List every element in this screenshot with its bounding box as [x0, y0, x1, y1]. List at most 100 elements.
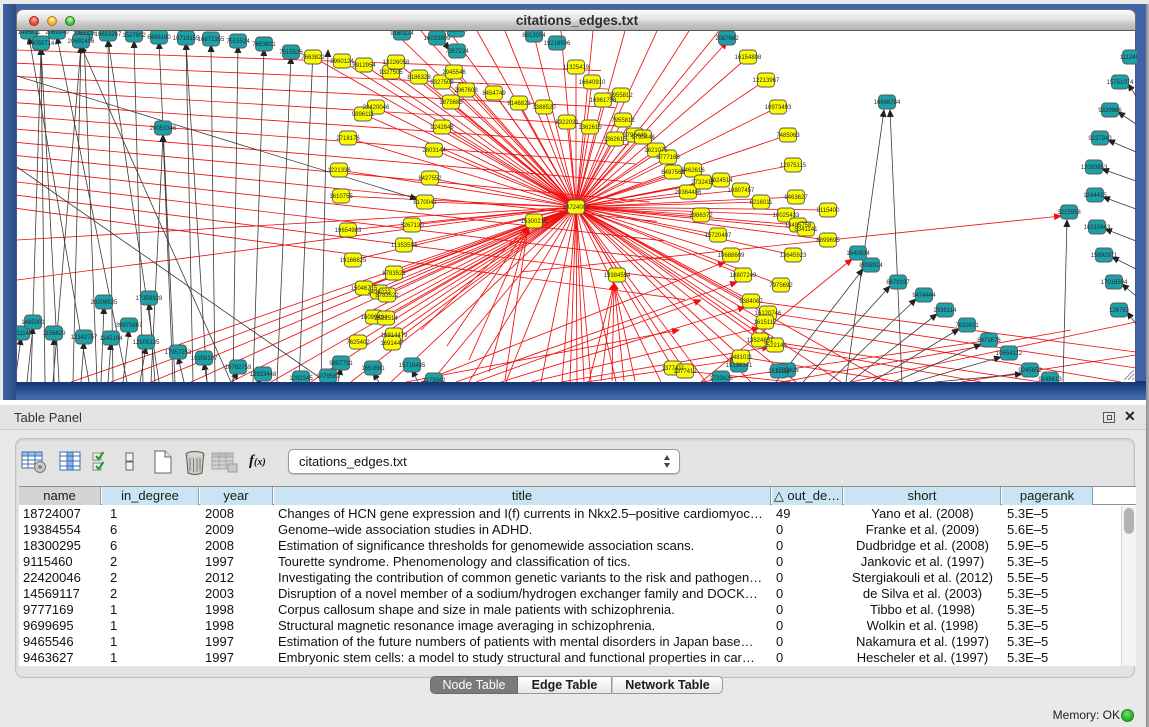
svg-text:16120746: 16120746: [755, 311, 782, 317]
svg-text:19166825: 19166825: [340, 258, 367, 264]
svg-text:2967608: 2967608: [454, 88, 478, 94]
svg-text:126753: 126753: [1109, 308, 1130, 314]
svg-text:3024514: 3024514: [709, 178, 733, 184]
svg-text:8186328: 8186328: [407, 75, 431, 81]
svg-text:16640910: 16640910: [579, 80, 606, 86]
svg-text:10958107: 10958107: [191, 356, 218, 362]
svg-text:8912954: 8912954: [352, 63, 376, 69]
svg-text:9896111: 9896111: [352, 112, 375, 118]
svg-text:7663821: 7663821: [252, 42, 276, 48]
svg-text:1221336: 1221336: [327, 168, 351, 174]
svg-text:1362615: 1362615: [578, 125, 602, 131]
svg-text:10025433: 10025433: [773, 213, 800, 219]
svg-text:9160124: 9160124: [390, 31, 414, 37]
svg-text:9857791: 9857791: [329, 361, 353, 367]
svg-text:16154808: 16154808: [735, 55, 762, 61]
svg-text:7625402: 7625402: [346, 340, 370, 346]
svg-text:16782759: 16782759: [225, 365, 252, 371]
svg-text:8322031: 8322031: [555, 120, 579, 126]
svg-text:8938914: 8938914: [859, 263, 883, 269]
svg-text:11353594: 11353594: [391, 243, 418, 249]
svg-text:10688609: 10688609: [718, 253, 745, 259]
svg-text:6466160: 6466160: [147, 35, 171, 41]
svg-text:1156829: 1156829: [43, 331, 67, 337]
svg-text:8960124: 8960124: [330, 59, 354, 65]
svg-text:9463627: 9463627: [784, 195, 808, 201]
svg-text:1733426: 1733426: [709, 376, 733, 382]
svg-text:12093853: 12093853: [1081, 165, 1108, 171]
svg-text:6879197: 6879197: [886, 280, 910, 286]
svg-text:20364486: 20364486: [675, 190, 702, 196]
svg-text:9327505: 9327505: [379, 70, 403, 76]
svg-text:16671355: 16671355: [198, 37, 225, 43]
svg-text:15300215: 15300215: [521, 219, 548, 225]
svg-text:9327508: 9327508: [430, 80, 454, 86]
svg-text:3215958: 3215958: [1057, 210, 1081, 216]
svg-text:19218506: 19218506: [544, 41, 571, 47]
svg-text:15716485: 15716485: [399, 363, 426, 369]
svg-text:22420046: 22420046: [363, 105, 390, 111]
svg-text:1495811: 1495811: [18, 31, 42, 36]
svg-text:17359928: 17359928: [136, 296, 163, 302]
svg-text:9474444: 9474444: [912, 293, 936, 299]
svg-text:9146821: 9146821: [507, 101, 531, 107]
svg-text:1615112: 1615112: [754, 320, 778, 326]
svg-text:3267130: 3267130: [400, 223, 424, 229]
svg-text:12975115: 12975115: [780, 163, 807, 169]
svg-text:9115400: 9115400: [817, 208, 841, 214]
svg-text:1481011: 1481011: [730, 355, 754, 361]
svg-text:15692971: 15692971: [1091, 253, 1118, 259]
svg-text:17016504: 17016504: [1101, 280, 1128, 286]
svg-text:7485063: 7485063: [776, 133, 800, 139]
svg-text:9790448: 9790448: [631, 135, 655, 141]
svg-text:10653267: 10653267: [95, 32, 122, 38]
svg-text:9242848: 9242848: [430, 125, 454, 131]
svg-text:15136141: 15136141: [726, 363, 753, 369]
svg-text:16210643: 16210643: [1084, 225, 1111, 231]
svg-text:1621075: 1621075: [644, 148, 668, 154]
svg-text:1173342: 1173342: [423, 378, 447, 382]
svg-text:8912954: 8912954: [444, 31, 468, 34]
svg-text:9777169: 9777169: [656, 155, 680, 161]
svg-text:5341141: 5341141: [795, 227, 819, 233]
svg-text:9462616: 9462616: [681, 168, 705, 174]
svg-text:1065326: 1065326: [72, 31, 96, 37]
svg-text:2522141: 2522141: [763, 343, 787, 349]
svg-text:1691447: 1691447: [380, 341, 404, 347]
svg-text:10807457: 10807457: [728, 188, 755, 194]
svg-text:9245613: 9245613: [1038, 377, 1062, 382]
svg-text:8427552: 8427552: [418, 176, 442, 182]
svg-text:2986372: 2986372: [689, 213, 713, 219]
svg-text:6216011: 6216011: [750, 200, 774, 206]
svg-text:15720407: 15720407: [705, 233, 732, 239]
svg-text:1640934: 1640934: [846, 251, 870, 257]
svg-text:20691406: 20691406: [68, 39, 95, 45]
svg-text:8783522: 8783522: [375, 293, 399, 299]
svg-text:2718176: 2718176: [336, 136, 360, 142]
svg-text:13645923: 13645923: [780, 253, 807, 259]
svg-text:6899695: 6899695: [816, 238, 840, 244]
svg-text:1112453: 1112453: [1120, 55, 1137, 61]
svg-text:16033809: 16033809: [424, 36, 451, 42]
svg-text:8783521: 8783521: [382, 271, 406, 277]
svg-text:2945546: 2945546: [442, 70, 466, 76]
svg-text:18724007: 18724007: [563, 205, 590, 211]
svg-text:1651681: 1651681: [361, 366, 385, 372]
svg-text:1079581: 1079581: [316, 374, 340, 380]
svg-text:9245652: 9245652: [1018, 368, 1042, 374]
svg-text:13226058: 13226058: [383, 60, 410, 66]
svg-text:19384554: 19384554: [604, 273, 631, 279]
svg-text:39975887: 39975887: [116, 323, 143, 329]
svg-text:7515526: 7515526: [279, 50, 303, 56]
svg-text:9329966: 9329966: [1098, 108, 1122, 114]
svg-text:12923448: 12923448: [250, 372, 277, 378]
svg-text:7663822: 7663822: [301, 55, 325, 61]
svg-text:1292345: 1292345: [289, 376, 313, 382]
svg-text:10973493: 10973493: [765, 105, 792, 111]
svg-text:16648784: 16648784: [874, 100, 901, 106]
svg-text:2069140: 2069140: [45, 31, 69, 36]
svg-text:8813054: 8813054: [522, 33, 546, 39]
svg-text:2522514: 2522514: [374, 316, 398, 322]
svg-text:1145194: 1145194: [100, 336, 124, 342]
svg-text:10654112: 10654112: [996, 351, 1023, 357]
